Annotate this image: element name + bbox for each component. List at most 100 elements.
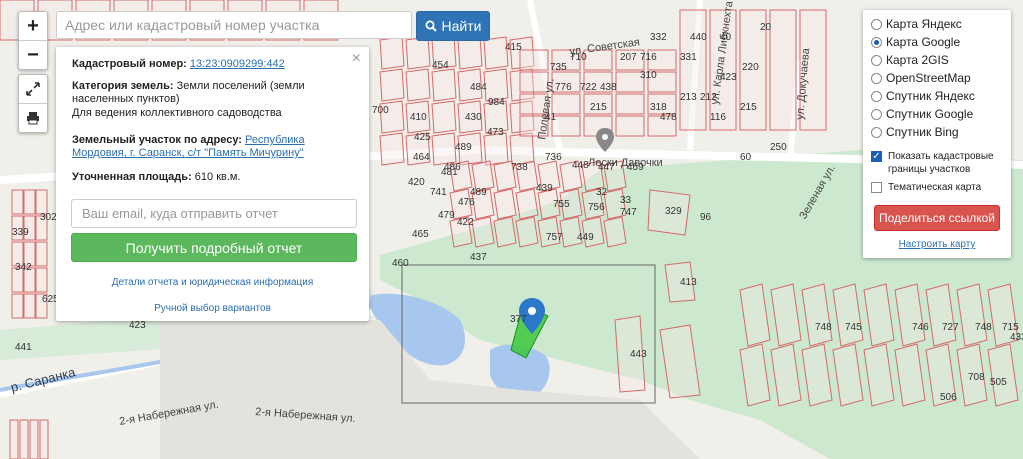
layer-option-label: OpenStreetMap: [886, 71, 971, 85]
land-parcel: [551, 115, 581, 137]
cadastral-number-link[interactable]: 13:23:0909299:442: [190, 58, 285, 70]
setup-map-link[interactable]: Настроить карту: [863, 239, 1011, 250]
land-parcel: [551, 93, 581, 115]
layer-option-label: Спутник Google: [886, 107, 974, 121]
parcel-number-label: 430: [465, 112, 482, 123]
layer-option-label: Спутник Яндекс: [886, 89, 975, 103]
zoom-control: + −: [18, 11, 48, 70]
zoom-out-button[interactable]: −: [19, 40, 47, 69]
land-parcel: [11, 293, 24, 319]
share-link-button[interactable]: Поделиться ссылкой: [874, 205, 1000, 231]
category-row: Категория земель: Земли поселений (земли…: [72, 80, 357, 106]
area-row: Уточненная площадь: 610 кв.м.: [72, 171, 357, 184]
parcel-number-label: 738: [511, 162, 528, 173]
parcel-number-label: 741: [430, 187, 447, 198]
land-parcel: [379, 68, 405, 102]
radio-button[interactable]: [871, 18, 882, 30]
parcel-number-label: 478: [660, 112, 677, 123]
parcel-number-label: 413: [680, 277, 697, 288]
map-layers-panel: Карта Яндекс Карта Google Карта 2GIS OpenSt…: [863, 10, 1011, 258]
parcel-number-label: 339: [12, 227, 29, 238]
thematic-map-checkbox[interactable]: Тематическая карта: [871, 181, 981, 194]
get-report-button[interactable]: Получить подробный отчет: [71, 233, 357, 262]
usage-text: Для ведения коллективного садоводства: [72, 107, 282, 119]
layer-option[interactable]: Карта Яндекс: [871, 16, 962, 32]
parcel-number-label: 422: [457, 217, 474, 228]
parcel-number-label: 441: [15, 342, 32, 353]
radio-button[interactable]: [871, 54, 882, 66]
land-parcel: [615, 93, 645, 115]
radio-button[interactable]: [871, 36, 882, 48]
address-row: Земельный участок по адресу: Республика …: [72, 134, 357, 160]
checkbox-unchecked[interactable]: [871, 182, 882, 193]
land-parcel: [431, 68, 457, 102]
parcel-number-label: 776: [555, 82, 572, 93]
parcel-number-label: 716: [640, 52, 657, 63]
layer-option[interactable]: Карта 2GIS: [871, 52, 949, 68]
fullscreen-button[interactable]: [19, 75, 47, 103]
cadastral-borders-checkbox[interactable]: ✓ Показать кадастровые границы участков: [871, 150, 1011, 176]
layer-option[interactable]: OpenStreetMap: [871, 70, 971, 86]
land-parcel: [509, 132, 535, 166]
parcel-number-label: 700: [372, 105, 389, 116]
parcel-number-label: 215: [590, 102, 607, 113]
parcel-number-label: 748: [815, 322, 832, 333]
parcel-number-label: 96: [700, 212, 712, 223]
land-parcel: [431, 132, 457, 166]
parcel-number-label: 331: [680, 52, 697, 63]
parcel-info-panel: × Кадастровый номер: 13:23:0909299:442 К…: [56, 47, 369, 321]
email-field[interactable]: [71, 199, 357, 228]
cadastral-row: Кадастровый номер: 13:23:0909299:442: [72, 58, 357, 71]
parcel-number-label: 425: [414, 132, 431, 143]
parcel-number-label: 207: [620, 52, 637, 63]
radio-button[interactable]: [871, 72, 882, 84]
parcel-number-label: 212: [700, 92, 717, 103]
land-parcel: [493, 216, 517, 248]
zoom-in-button[interactable]: +: [19, 12, 47, 40]
parcel-number-label: 423: [720, 72, 737, 83]
checkbox-checked[interactable]: ✓: [871, 151, 882, 162]
parcel-number-label: 420: [408, 177, 425, 188]
parcel-number-label: 727: [942, 322, 959, 333]
search-icon: [425, 20, 437, 32]
parcel-number-label: 736: [545, 152, 562, 163]
search-input[interactable]: [56, 11, 412, 39]
parcel-number-label: 506: [940, 392, 957, 403]
radio-button[interactable]: [871, 108, 882, 120]
layer-option-label: Карта 2GIS: [886, 53, 949, 67]
parcel-number-label: 447: [598, 162, 615, 173]
parcel-number-label: 40: [720, 32, 732, 43]
land-parcel: [35, 267, 48, 293]
radio-button[interactable]: [871, 126, 882, 138]
search-button[interactable]: Найти: [416, 11, 490, 41]
land-parcel: [405, 36, 431, 70]
layer-option[interactable]: Спутник Google: [871, 106, 973, 122]
printer-icon: [27, 112, 39, 125]
parcel-number-label: 310: [640, 70, 657, 81]
parcel-number-label: 479: [438, 210, 455, 221]
land-parcel: [615, 115, 645, 137]
parcel-number-label: 454: [432, 60, 449, 71]
parcel-number-label: 746: [912, 322, 929, 333]
parcel-number-label: 476: [458, 197, 475, 208]
manual-selection-link[interactable]: Ручной выбор вариантов: [56, 303, 369, 314]
parcel-number-label: 747: [620, 207, 637, 218]
parcel-number-label: 465: [412, 229, 429, 240]
report-details-link[interactable]: Детали отчета и юридическая информация: [56, 277, 369, 288]
parcel-number-label: 215: [740, 102, 757, 113]
expand-icon: [26, 82, 40, 96]
print-button[interactable]: [19, 103, 47, 132]
parcel-number-label: 439: [536, 183, 553, 194]
layer-option-label: Карта Google: [886, 35, 961, 49]
parcel-number-label: 377: [510, 314, 527, 325]
parcel-number-label: 448: [572, 160, 589, 171]
parcel-number-label: 464: [413, 152, 430, 163]
layer-option[interactable]: Карта Google: [871, 34, 960, 50]
parcel-number-label: 756: [588, 202, 605, 213]
radio-button[interactable]: [871, 90, 882, 102]
land-parcel: [769, 9, 797, 131]
land-parcel: [515, 216, 539, 248]
layer-option[interactable]: Спутник Bing: [871, 124, 959, 140]
parcel-number-label: 443: [630, 349, 647, 360]
layer-option[interactable]: Спутник Яндекс: [871, 88, 975, 104]
